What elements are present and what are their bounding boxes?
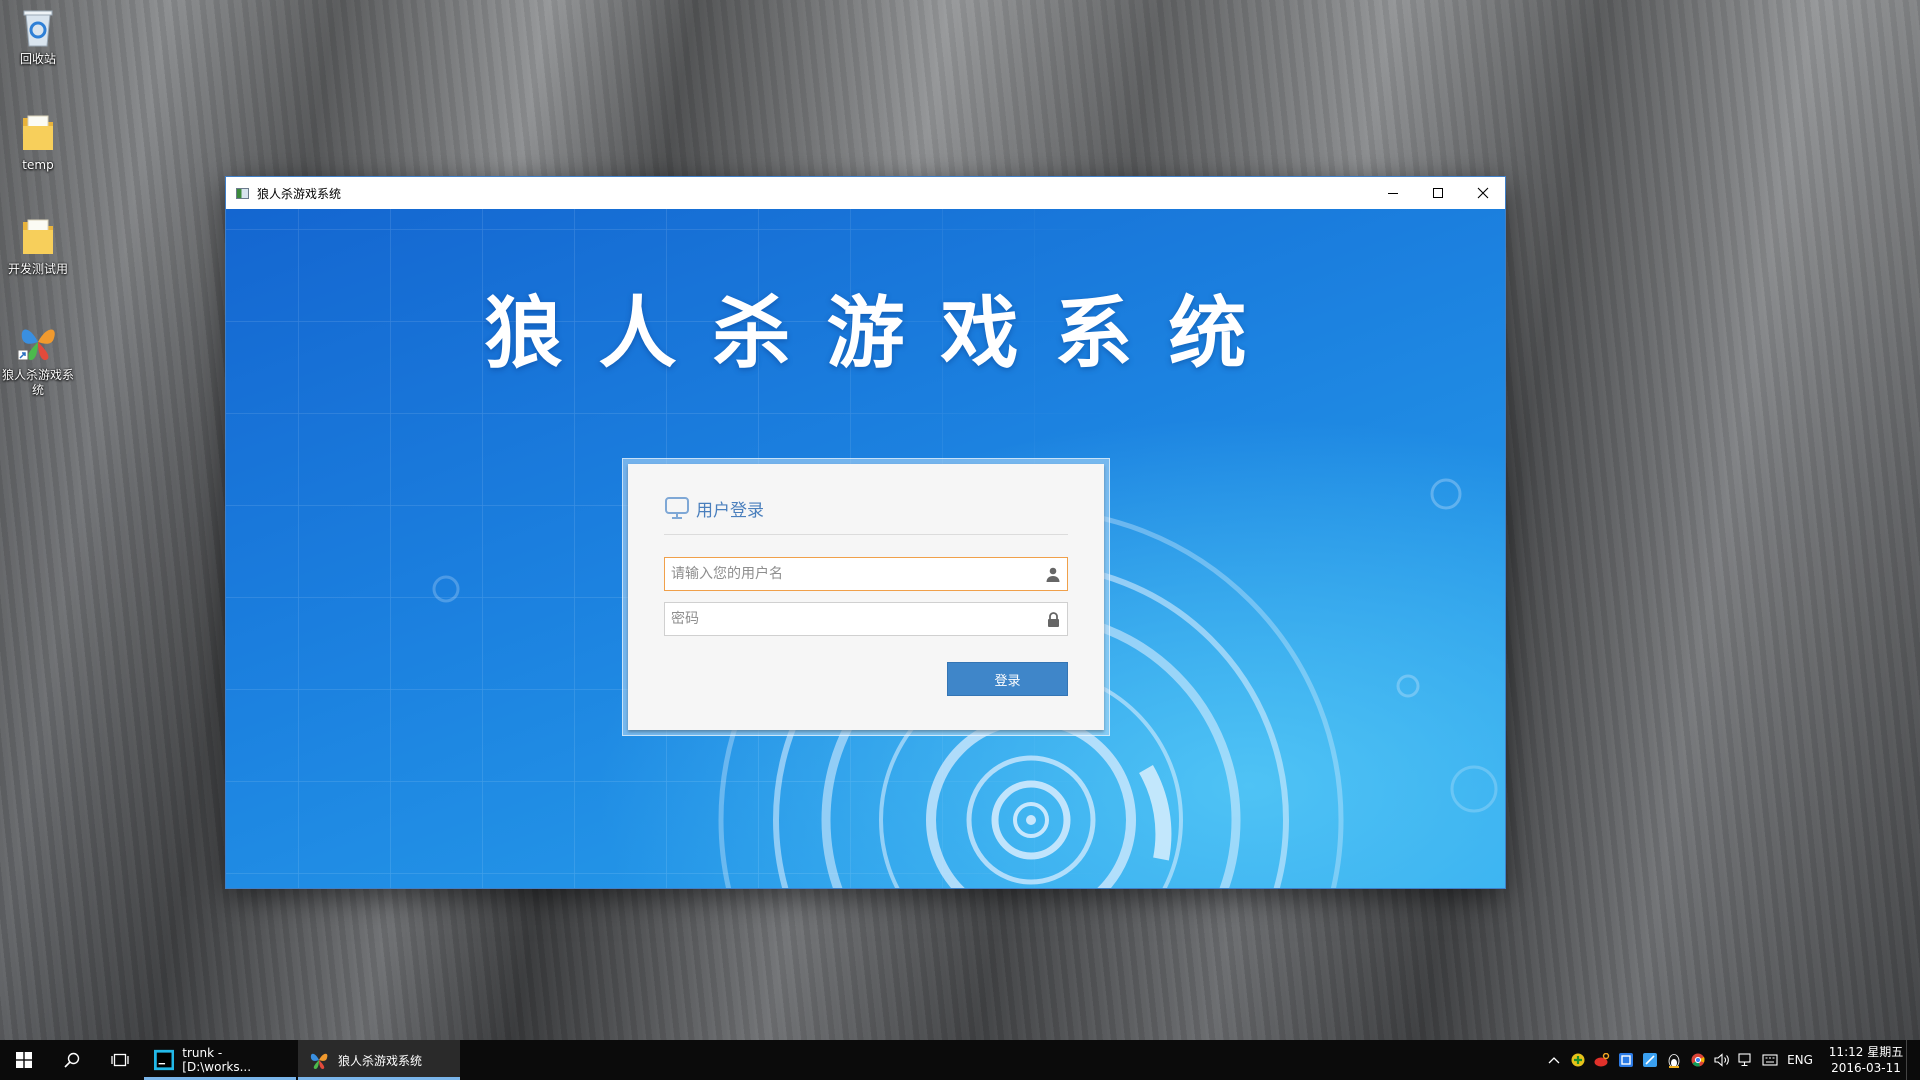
window-titlebar[interactable]: 狼人杀游戏系统 — [226, 177, 1505, 209]
keyboard-icon — [1762, 1054, 1778, 1066]
clock[interactable]: 11:12 星期五 2016-03-11 — [1826, 1044, 1906, 1076]
folder-icon — [23, 219, 53, 254]
page-title: 狼人杀游戏系统 — [484, 288, 1283, 379]
butterfly-app-icon — [17, 329, 55, 361]
feather-app-icon — [1643, 1053, 1657, 1067]
taskbar-item-werewolf-app[interactable]: 狼人杀游戏系统 — [298, 1040, 460, 1080]
webstorm-icon — [154, 1049, 175, 1071]
password-input[interactable] — [665, 603, 1067, 635]
tray-app-5[interactable] — [1662, 1053, 1686, 1068]
login-button[interactable]: 登录 — [947, 662, 1068, 696]
window-app-icon — [236, 187, 249, 199]
taskbar-item-label: 狼人杀游戏系统 — [338, 1053, 423, 1068]
window-client-area: 狼人杀游戏系统 用户登录 登录 — [226, 209, 1505, 888]
green-plus-icon — [1571, 1053, 1585, 1067]
minimize-button[interactable] — [1370, 177, 1415, 209]
chrome-icon — [1691, 1053, 1705, 1067]
penguin-icon — [1668, 1053, 1680, 1068]
start-button[interactable] — [0, 1040, 48, 1080]
tray-app-1[interactable] — [1566, 1053, 1590, 1067]
lock-icon — [1048, 612, 1059, 627]
language-indicator[interactable]: ENG — [1782, 1053, 1818, 1067]
minimize-icon — [1387, 193, 1398, 194]
desktop-icon-label: 回收站 — [19, 52, 56, 66]
app-window: 狼人杀游戏系统 狼人杀游戏系统 用户登录 请输入您的用户名 登录 — [225, 176, 1506, 889]
recycle-bin-icon — [23, 10, 53, 47]
show-hidden-icons-button[interactable] — [1542, 1056, 1566, 1064]
tray-app-6[interactable] — [1686, 1053, 1710, 1067]
clock-time: 11:12 星期五 — [1828, 1045, 1904, 1059]
taskbar-item-label: trunk - [D:\works... — [182, 1046, 252, 1074]
task-view-button[interactable] — [96, 1040, 144, 1080]
maximize-button[interactable] — [1415, 177, 1460, 209]
desktop-icon-label: 开发测试用 — [7, 262, 68, 276]
taskbar-item-webstorm[interactable]: trunk - [D:\works... — [144, 1040, 296, 1080]
desktop-icon-recycle-bin[interactable]: 回收站 — [0, 6, 76, 67]
user-icon — [1046, 567, 1060, 582]
ime-button[interactable] — [1758, 1053, 1782, 1067]
desktop-icon-temp[interactable]: temp — [0, 112, 76, 173]
network-button[interactable] — [1734, 1053, 1758, 1067]
system-tray: ENG 11:12 星期五 2016-03-11 — [1542, 1040, 1920, 1080]
search-icon — [64, 1052, 80, 1068]
desktop-icon-label: temp — [22, 158, 54, 172]
show-desktop-button[interactable] — [1906, 1040, 1920, 1080]
chevron-up-icon — [1548, 1057, 1560, 1064]
folder-icon — [23, 115, 53, 150]
username-field — [664, 557, 1068, 591]
butterfly-app-icon — [310, 1053, 328, 1070]
volume-button[interactable] — [1710, 1053, 1734, 1067]
tray-app-4[interactable] — [1638, 1053, 1662, 1067]
monitor-icon — [665, 497, 689, 519]
network-icon — [1738, 1053, 1751, 1067]
task-view-icon — [111, 1053, 129, 1067]
desktop-icon-label: 狼人杀游戏系统 — [1, 368, 74, 397]
tray-app-3[interactable] — [1614, 1053, 1638, 1067]
password-field — [664, 602, 1068, 636]
maximize-icon — [1432, 188, 1443, 198]
close-icon — [1477, 187, 1488, 199]
window-title: 狼人杀游戏系统 — [257, 186, 342, 201]
blue-square-app-icon — [1619, 1053, 1633, 1067]
login-panel: 用户登录 登录 — [628, 464, 1104, 730]
username-input[interactable] — [665, 558, 1067, 590]
login-panel-frame: 用户登录 登录 — [622, 458, 1110, 736]
login-panel-title: 用户登录 — [696, 500, 764, 521]
login-panel-header: 用户登录 — [664, 464, 1068, 535]
close-button[interactable] — [1460, 177, 1505, 209]
taskbar: trunk - [D:\works... 狼人杀游戏系统 ENG 11:12 星… — [0, 1040, 1920, 1080]
windows-logo-icon — [16, 1052, 32, 1068]
search-button[interactable] — [48, 1040, 96, 1080]
speaker-icon — [1714, 1053, 1729, 1067]
desktop-icon-dev-test[interactable]: 开发测试用 — [0, 216, 76, 277]
tray-app-2[interactable] — [1590, 1053, 1614, 1067]
weibo-icon — [1594, 1053, 1610, 1067]
clock-date: 2016-03-11 — [1831, 1061, 1901, 1075]
desktop-icon-werewolf-app[interactable]: 狼人杀游戏系统 — [0, 320, 76, 398]
